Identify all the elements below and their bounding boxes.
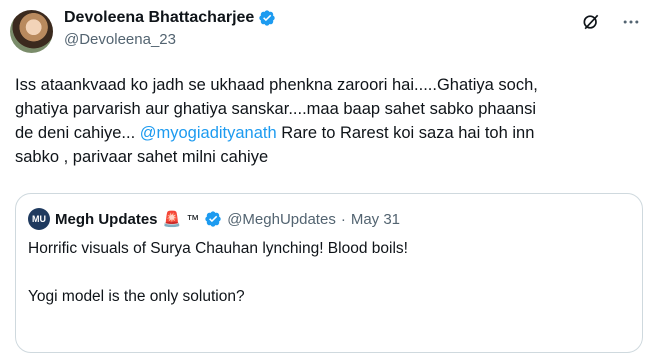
quoted-tweet-text-line: Yogi model is the only solution? bbox=[28, 288, 245, 305]
tweet-body: Iss ataankvaad ko jadh se ukhaad phenkna… bbox=[15, 73, 635, 169]
author-display-name[interactable]: Devoleena Bhattacharjee bbox=[64, 9, 254, 27]
quoted-tweet-text-line: Horrific visuals of Surya Chauhan lynchi… bbox=[28, 240, 408, 257]
quoted-tweet-date[interactable]: May 31 bbox=[351, 211, 400, 228]
quoted-tweet-header: MU Megh Updates 🚨 ™ @MeghUpdates · May 31 bbox=[28, 208, 400, 230]
siren-emoji: 🚨 bbox=[162, 211, 182, 228]
header-actions bbox=[580, 11, 642, 33]
tweet-header: Devoleena Bhattacharjee @Devoleena_23 bbox=[64, 9, 646, 57]
author-avatar[interactable] bbox=[10, 10, 53, 53]
more-options-icon[interactable] bbox=[620, 11, 642, 33]
verified-badge-icon bbox=[205, 211, 221, 227]
quoted-author-handle[interactable]: @MeghUpdates bbox=[227, 211, 336, 228]
quoted-author-avatar[interactable]: MU bbox=[28, 208, 50, 230]
quoted-author-name[interactable]: Megh Updates bbox=[55, 211, 158, 228]
separator-dot: · bbox=[340, 210, 346, 228]
mention-link[interactable]: @myogiadityanath bbox=[140, 124, 277, 142]
verified-badge-icon bbox=[259, 10, 275, 26]
author-name-row: Devoleena Bhattacharjee bbox=[64, 9, 646, 27]
grok-icon[interactable] bbox=[580, 11, 602, 33]
quoted-tweet-card[interactable]: MU Megh Updates 🚨 ™ @MeghUpdates · May 31… bbox=[15, 193, 643, 353]
trademark-symbol: ™ bbox=[186, 211, 200, 227]
author-handle[interactable]: @Devoleena_23 bbox=[64, 31, 646, 48]
